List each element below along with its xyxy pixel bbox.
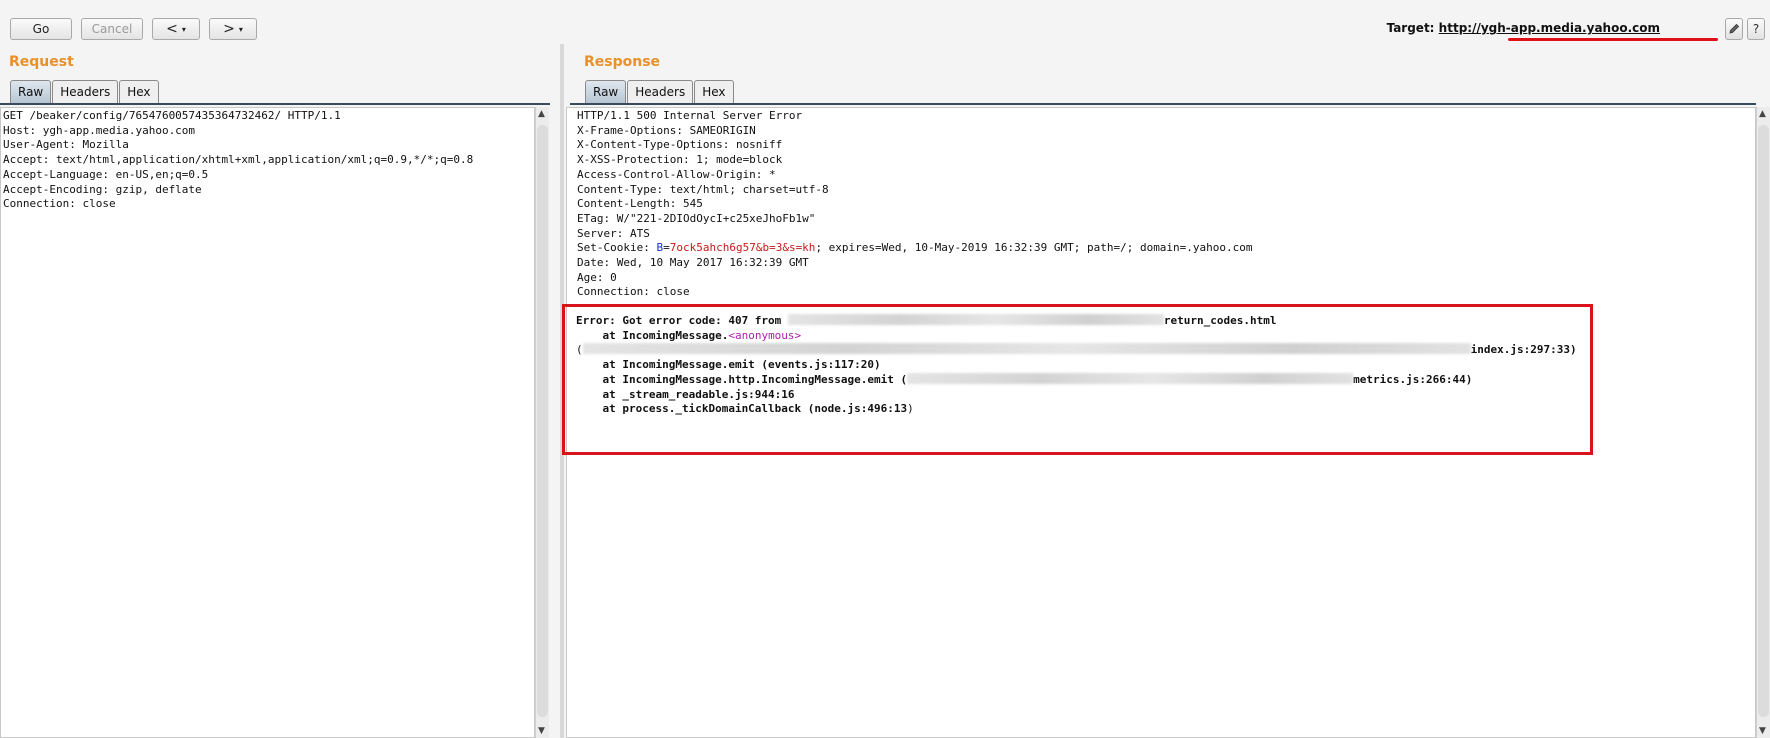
- response-line: Connection: close: [577, 285, 690, 299]
- cancel-button[interactable]: Cancel: [81, 18, 143, 40]
- scroll-thumb[interactable]: [537, 125, 548, 717]
- request-tabs: Raw Headers Hex: [10, 80, 160, 104]
- response-tab-underline: [570, 103, 1756, 105]
- response-line: Age: 0: [577, 270, 617, 284]
- request-tab-raw[interactable]: Raw: [10, 80, 52, 103]
- response-title: Response: [584, 54, 661, 70]
- request-line: Connection: close: [3, 197, 116, 211]
- target-display: Target: http://ygh-app.media.yahoo.com: [1387, 21, 1660, 35]
- response-tab-hex[interactable]: Hex: [694, 80, 734, 103]
- request-line: User-Agent: Mozilla: [3, 138, 129, 152]
- response-line: Server: ATS: [577, 226, 650, 240]
- request-line: Host: ygh-app.media.yahoo.com: [3, 123, 196, 137]
- toolbar: Go Cancel < ▾ > ▾ Target: http://ygh-app.m…: [0, 0, 1770, 58]
- edit-target-button[interactable]: [1725, 18, 1743, 40]
- request-tab-hex[interactable]: Hex: [119, 80, 159, 103]
- response-line: X-Frame-Options: SAMEORIGIN: [577, 123, 756, 137]
- request-line: GET /beaker/config/765476005743536473246…: [3, 109, 341, 122]
- response-line: Access-Control-Allow-Origin: *: [577, 167, 776, 181]
- request-line: Accept-Language: en-US,en;q=0.5: [3, 167, 209, 181]
- request-line: Accept: text/html,application/xhtml+xml,…: [3, 153, 474, 167]
- request-title: Request: [9, 54, 74, 70]
- target-label: Target:: [1386, 21, 1435, 35]
- request-tab-underline: [0, 103, 550, 105]
- response-line: Date: Wed, 10 May 2017 16:32:39 GMT: [577, 256, 809, 270]
- response-line: Content-Length: 545: [577, 197, 703, 211]
- response-headers: HTTP/1.1 500 Internal Server Error X-Fra…: [567, 108, 1755, 301]
- response-line: HTTP/1.1 500 Internal Server Error: [577, 109, 803, 122]
- back-button[interactable]: < ▾: [152, 18, 200, 40]
- response-scrollbar[interactable]: ▲ ▼: [1756, 107, 1770, 738]
- response-line: ETag: W/"221-2DIOdOycI+c25xeJhoFb1w": [577, 211, 816, 225]
- target-url[interactable]: http://ygh-app.media.yahoo.com: [1439, 21, 1660, 35]
- response-tab-headers[interactable]: Headers: [627, 80, 694, 103]
- request-editor[interactable]: GET /beaker/config/765476005743536473246…: [0, 107, 535, 738]
- response-tab-raw[interactable]: Raw: [585, 80, 627, 103]
- scroll-down-icon[interactable]: ▼: [1759, 726, 1766, 736]
- go-button[interactable]: Go: [10, 18, 72, 40]
- dropdown-icon: ▾: [238, 25, 243, 34]
- response-line: X-Content-Type-Options: nosniff: [577, 138, 783, 152]
- request-body: GET /beaker/config/765476005743536473246…: [1, 108, 534, 213]
- dropdown-icon: ▾: [181, 25, 186, 34]
- scroll-up-icon[interactable]: ▲: [538, 109, 545, 119]
- scroll-thumb[interactable]: [1758, 125, 1769, 717]
- response-line: X-XSS-Protection: 1; mode=block: [577, 153, 783, 167]
- request-line: Accept-Encoding: gzip, deflate: [3, 182, 202, 196]
- scroll-down-icon[interactable]: ▼: [538, 726, 545, 736]
- request-scrollbar[interactable]: ▲ ▼: [535, 107, 549, 738]
- error-highlight-box: [562, 304, 1593, 455]
- scroll-up-icon[interactable]: ▲: [1759, 109, 1766, 119]
- set-cookie-line: Set-Cookie: B=7ock5ahch6g57&b=3&s=kh; ex…: [577, 241, 1253, 255]
- forward-button[interactable]: > ▾: [209, 18, 257, 40]
- response-tabs: Raw Headers Hex: [585, 80, 735, 104]
- annotation-underline: [1508, 38, 1718, 41]
- forward-arrow-icon: >: [223, 21, 235, 37]
- request-tab-headers[interactable]: Headers: [52, 80, 119, 103]
- response-line: Content-Type: text/html; charset=utf-8: [577, 182, 829, 196]
- help-button[interactable]: ?: [1747, 18, 1765, 40]
- pencil-icon: [1729, 23, 1740, 34]
- back-arrow-icon: <: [166, 21, 178, 37]
